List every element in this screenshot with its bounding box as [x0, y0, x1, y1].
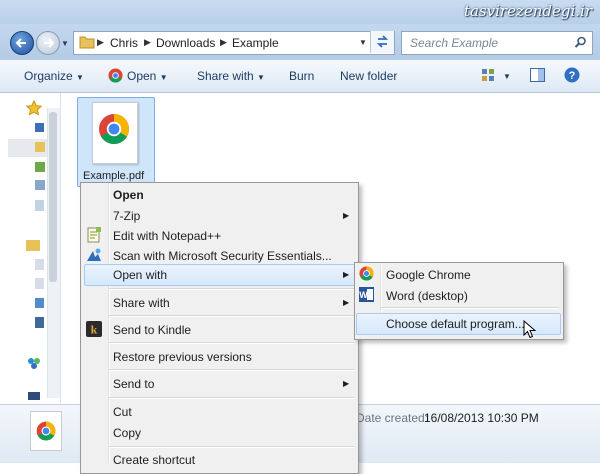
- preview-pane-icon[interactable]: [530, 68, 545, 82]
- svg-text:?: ?: [569, 70, 576, 82]
- computer-icon[interactable]: [28, 392, 40, 400]
- back-button[interactable]: [10, 31, 34, 55]
- menu-separator: [109, 315, 354, 317]
- kindle-icon: k: [86, 321, 102, 337]
- submenu-item-word-desktop[interactable]: Word (desktop): [386, 289, 468, 303]
- menu-item-send-to-kindle[interactable]: Send to Kindle: [113, 323, 191, 337]
- help-icon[interactable]: ?: [564, 67, 580, 83]
- forward-button[interactable]: [36, 31, 60, 55]
- back-arrow-icon: [15, 38, 26, 48]
- recent-pages-dropdown-icon[interactable]: ▼: [61, 39, 69, 48]
- menu-separator: [109, 397, 354, 399]
- chrome-icon: [359, 266, 374, 281]
- menu-item-send-to[interactable]: Send to: [113, 377, 154, 391]
- date-created-label: Date created:: [356, 411, 429, 425]
- submenu-arrow-icon: ▶: [343, 379, 350, 388]
- submenu-arrow-icon: ▶: [343, 298, 350, 307]
- mouse-cursor-icon: [523, 320, 537, 339]
- open-button[interactable]: Open ▼: [127, 69, 168, 83]
- menu-item-scan-mse[interactable]: Scan with Microsoft Security Essentials.…: [113, 249, 332, 263]
- dropdown-caret-icon: ▼: [257, 73, 265, 82]
- notepad-plus-plus-icon: [87, 227, 101, 243]
- menu-separator: [109, 369, 354, 371]
- svg-text:k: k: [91, 323, 98, 337]
- watermark-text: tasvirezendegi.ir: [463, 2, 592, 20]
- downloads-folder-icon[interactable]: [35, 142, 45, 152]
- desktop-icon[interactable]: [35, 123, 44, 132]
- submenu-arrow-icon: ▶: [343, 211, 350, 220]
- dropdown-caret-icon: ▼: [76, 73, 84, 82]
- libraries-icon[interactable]: [26, 240, 40, 251]
- menu-item-edit-notepad[interactable]: Edit with Notepad++: [113, 229, 221, 243]
- view-options-dropdown-icon[interactable]: ▼: [503, 72, 511, 81]
- breadcrumb-chevron-icon[interactable]: ▶: [97, 37, 104, 48]
- chrome-icon: [36, 421, 56, 441]
- music-library-icon[interactable]: [35, 278, 44, 289]
- refresh-button[interactable]: [370, 31, 394, 53]
- file-name[interactable]: Example.pdf: [83, 170, 144, 182]
- breadcrumb-chevron-icon[interactable]: ▶: [144, 37, 151, 48]
- favorites-star-icon[interactable]: [26, 100, 42, 116]
- submenu-arrow-icon: ▶: [343, 270, 350, 279]
- search-placeholder: Search Example: [410, 36, 499, 50]
- submenu-item-choose-default[interactable]: Choose default program...: [386, 317, 525, 331]
- change-view-icon[interactable]: [481, 68, 495, 82]
- forward-arrow-icon: [44, 38, 55, 48]
- dropdown-caret-icon: ▼: [159, 73, 168, 82]
- organize-button[interactable]: Organize ▼: [24, 69, 84, 83]
- search-icon: [574, 36, 586, 48]
- pictures-library-icon[interactable]: [35, 298, 44, 308]
- svg-text:W: W: [359, 290, 368, 300]
- open-label: Open: [127, 69, 157, 83]
- nav-location-icon[interactable]: [35, 200, 44, 211]
- context-menu-gutter: [108, 183, 110, 463]
- details-thumbnail: [30, 411, 62, 451]
- breadcrumb-chris[interactable]: Chris: [110, 36, 138, 50]
- file-thumbnail[interactable]: [92, 102, 138, 164]
- burn-button[interactable]: Burn: [289, 69, 314, 83]
- breadcrumb-downloads[interactable]: Downloads: [156, 36, 215, 50]
- menu-item-open[interactable]: Open: [113, 188, 144, 202]
- videos-library-icon[interactable]: [35, 317, 44, 328]
- submenu-item-google-chrome[interactable]: Google Chrome: [386, 268, 471, 282]
- new-folder-button[interactable]: New folder: [340, 69, 397, 83]
- date-created-value: 16/08/2013 10:30 PM: [424, 411, 539, 425]
- menu-item-share-with[interactable]: Share with: [113, 296, 170, 310]
- refresh-icon: [376, 35, 389, 48]
- share-with-button[interactable]: Share with ▼: [197, 69, 265, 83]
- breadcrumb-example[interactable]: Example: [232, 36, 279, 50]
- menu-item-create-shortcut[interactable]: Create shortcut: [113, 453, 195, 467]
- organize-label: Organize: [24, 69, 73, 83]
- share-with-label: Share with: [197, 69, 254, 83]
- breadcrumb-chevron-icon[interactable]: ▶: [220, 37, 227, 48]
- menu-separator: [109, 342, 354, 344]
- nav-pane-scrollbar-thumb[interactable]: [49, 112, 57, 282]
- nav-location-icon[interactable]: [35, 180, 45, 190]
- homegroup-icon[interactable]: [26, 355, 42, 371]
- menu-separator: [109, 446, 354, 448]
- menu-item-copy[interactable]: Copy: [113, 426, 141, 440]
- menu-item-7zip[interactable]: 7-Zip: [113, 209, 140, 223]
- security-essentials-icon: [87, 248, 101, 261]
- address-bar[interactable]: ▶ Chris ▶ Downloads ▶ Example ▼: [73, 31, 395, 55]
- menu-separator: [109, 288, 354, 290]
- search-input[interactable]: Search Example: [401, 31, 593, 55]
- menu-item-open-with[interactable]: Open with: [113, 268, 167, 282]
- menu-separator: [381, 307, 559, 309]
- word-icon: W: [359, 287, 374, 302]
- menu-item-restore-previous[interactable]: Restore previous versions: [113, 350, 252, 364]
- menu-item-cut[interactable]: Cut: [113, 405, 132, 419]
- folder-icon: [79, 36, 95, 49]
- chrome-icon: [99, 114, 130, 145]
- recent-places-icon[interactable]: [35, 162, 45, 172]
- documents-library-icon[interactable]: [35, 259, 44, 270]
- chrome-icon: [108, 68, 123, 83]
- address-history-dropdown-icon[interactable]: ▼: [359, 38, 367, 47]
